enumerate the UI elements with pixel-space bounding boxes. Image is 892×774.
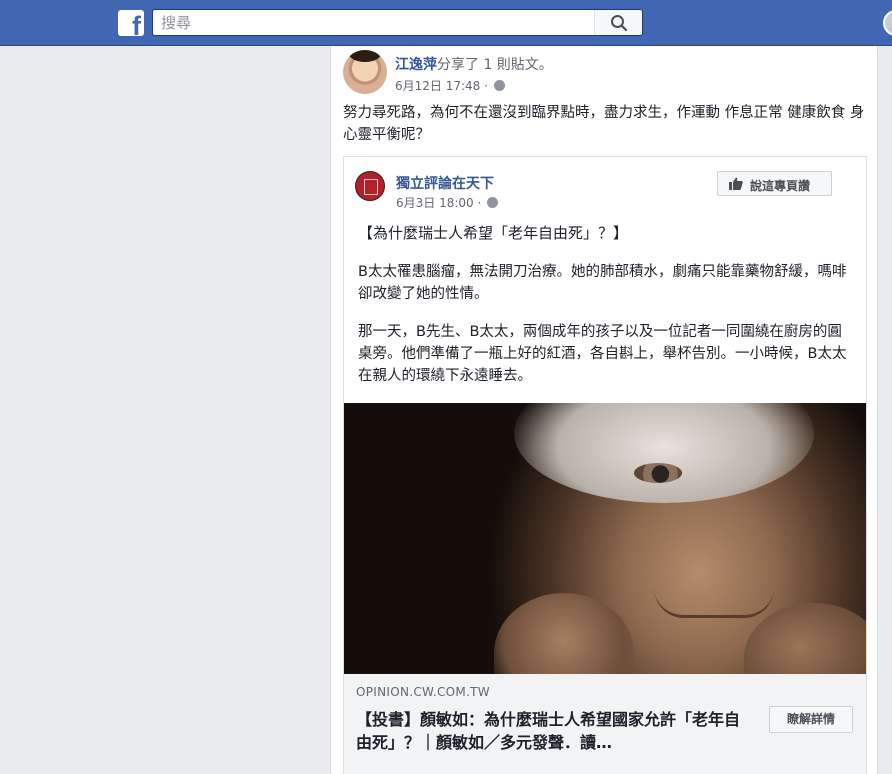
globe-icon[interactable] bbox=[487, 197, 499, 208]
author-line: 江逸萍分享了 1 則貼文。 bbox=[395, 54, 553, 74]
post-timestamp[interactable]: 6月12日 17:48 · bbox=[395, 79, 488, 93]
page-name-link[interactable]: 獨立評論在天下 bbox=[396, 173, 494, 193]
article-paragraph: 那一天，B先生、B太太，兩個成年的孩子以及一位記者一同圍繞在廚房的圓桌旁。他們準… bbox=[358, 324, 847, 384]
feed-story: 江逸萍分享了 1 則貼文。 6月12日 17:48 · 努力尋死路，為何不在還沒… bbox=[330, 46, 878, 774]
shared-post-meta: 6月3日 18:00 · bbox=[396, 194, 499, 211]
link-title[interactable]: 【投書】顏敏如：為什麼瑞士人希望國家允許「老年自由死」？｜顏敏如／多元發聲．讀… bbox=[356, 708, 746, 754]
link-domain: OPINION.CW.COM.TW bbox=[356, 685, 490, 699]
facebook-logo-icon[interactable]: f bbox=[118, 10, 144, 36]
article-photo[interactable] bbox=[344, 403, 866, 674]
page-avatar[interactable] bbox=[355, 171, 385, 201]
like-page-button[interactable]: 說這專頁讚 bbox=[717, 171, 832, 196]
globe-icon[interactable] bbox=[493, 80, 505, 91]
post-text: 努力尋死路，為何不在還沒到臨界點時，盡力求生，作運動 作息正常 健康飲食 身心靈… bbox=[343, 105, 865, 143]
search-input[interactable] bbox=[161, 13, 581, 33]
shared-post-card: 獨立評論在天下 6月3日 18:00 · 說這專頁讚 【為什麼瑞士人希望「老年自… bbox=[343, 156, 867, 774]
author-name-link[interactable]: 江逸萍 bbox=[395, 57, 437, 73]
profile-avatar[interactable] bbox=[883, 10, 892, 36]
post-meta: 6月12日 17:48 · bbox=[395, 77, 505, 94]
shared-post-timestamp[interactable]: 6月3日 18:00 · bbox=[396, 196, 481, 210]
like-page-label: 說這專頁讚 bbox=[750, 179, 811, 193]
author-avatar[interactable] bbox=[343, 50, 387, 94]
share-action-text: 分享了 1 則貼文。 bbox=[437, 57, 553, 73]
thumbs-up-icon bbox=[729, 177, 743, 193]
article-paragraph: B太太罹患腦瘤，無法開刀治療。她的肺部積水，劇痛只能靠藥物舒緩，嗎啡卻改變了她的… bbox=[358, 264, 847, 302]
learn-more-button[interactable]: 瞭解詳情 bbox=[769, 706, 853, 733]
search-button[interactable] bbox=[594, 10, 642, 35]
top-navigation-bar: f bbox=[0, 0, 892, 46]
article-title: 【為什麼瑞士人希望「老年自由死」？】 bbox=[358, 224, 629, 242]
link-preview[interactable]: OPINION.CW.COM.TW 【投書】顏敏如：為什麼瑞士人希望國家允許「老… bbox=[344, 674, 866, 774]
search-box bbox=[152, 9, 643, 36]
